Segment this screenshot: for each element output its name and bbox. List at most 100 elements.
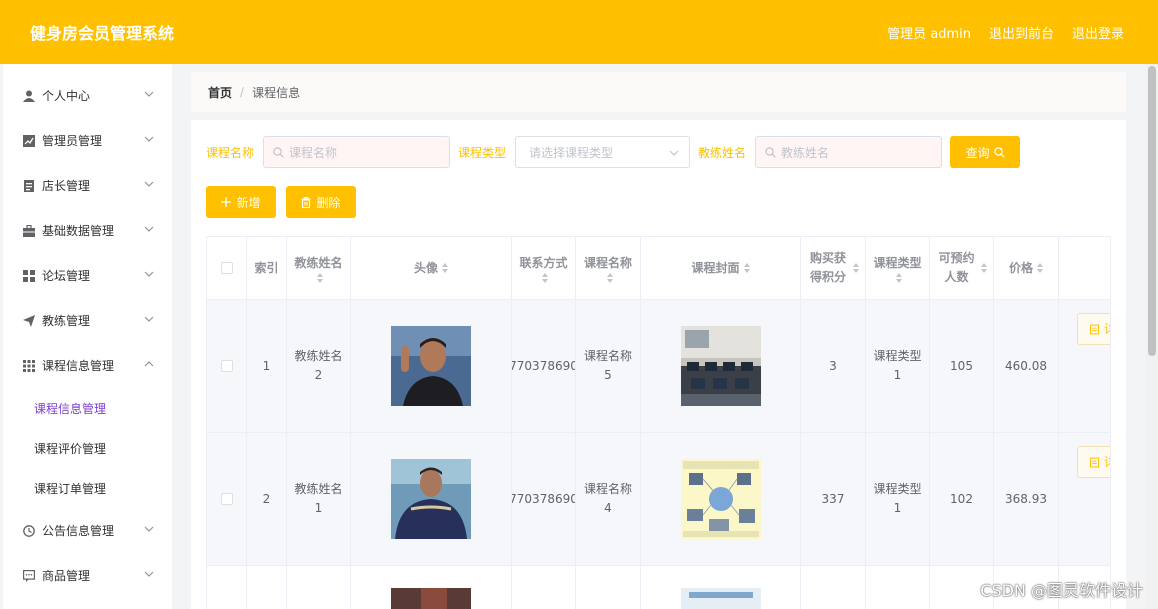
clock-icon [23,524,35,537]
row-select[interactable] [207,300,247,433]
row-checkbox[interactable] [220,493,233,505]
cell-capacity: 105 [930,300,994,433]
detail-button[interactable]: 详 [1077,446,1110,478]
sort-icon[interactable] [442,263,448,273]
coach-name-placeholder: 教练姓名 [781,145,830,160]
sidebar-item-announcement[interactable]: 公告信息管理 [3,508,172,553]
coach-avatar-image[interactable] [391,326,471,406]
header-avatar[interactable]: 头像 [351,237,512,300]
header-phone[interactable]: 联系方式 [512,237,576,300]
scrollbar-thumb[interactable] [1148,66,1156,356]
query-button[interactable]: 查询 [950,136,1021,168]
cell-actions: 详 [1059,300,1111,433]
coach-name-input[interactable]: 教练姓名 [755,136,943,168]
sidebar-item-label: 店长管理 [42,179,91,193]
top-header: 健身房会员管理系统 管理员 admin 退出到前台 退出登录 [0,0,1158,64]
row-checkbox[interactable] [220,360,233,372]
logout-link[interactable]: 退出登录 [1072,23,1124,42]
header-course-type[interactable]: 课程类型 [866,237,930,300]
header-course-cover[interactable]: 课程封面 [641,237,801,300]
sort-icon[interactable] [542,272,549,283]
chevron-down-icon [144,181,154,187]
sidebar-item-personal-center[interactable]: 个人中心 [3,73,172,118]
sidebar-item-label: 教练管理 [42,314,91,328]
table-row [207,566,1111,609]
course-cover-image[interactable] [680,326,761,406]
header-course-name[interactable]: 课程名称 [576,237,641,300]
cell-index: 1 [247,300,287,433]
coach-avatar-image[interactable] [391,588,471,609]
cell-price: 460.08 [994,300,1059,433]
course-type-select[interactable]: 请选择课程类型 [515,136,691,168]
sidebar-item-course-info[interactable]: 课程信息管理 [3,343,172,388]
search-icon [765,146,776,158]
row-select[interactable] [207,433,247,566]
coach-avatar-image[interactable] [391,459,471,539]
sidebar-item-label: 个人中心 [42,89,91,103]
sidebar-item-coach[interactable]: 教练管理 [3,298,172,343]
cell-avatar [351,300,512,433]
search-icon [273,146,284,158]
sort-icon[interactable] [853,263,859,273]
course-cover-image[interactable] [680,459,761,539]
sidebar-item-store-manager[interactable]: 店长管理 [3,163,172,208]
cell-phone: 17703786901 [512,433,576,566]
course-name-placeholder: 课程名称 [289,145,338,160]
cell-index: 2 [247,433,287,566]
chevron-down-icon [144,226,154,232]
cell-avatar [351,433,512,566]
header-index: 索引 [247,237,287,300]
breadcrumb-current: 课程信息 [252,85,301,100]
cell-coach-name: 教练姓名1 [287,433,351,566]
chevron-down-icon [144,271,154,277]
row-select[interactable] [207,566,247,609]
sort-icon[interactable] [1037,263,1043,273]
chevron-down-icon [144,316,154,322]
submenu-course-order-management[interactable]: 课程订单管理 [3,468,172,508]
submenu-course-info-management[interactable]: 课程信息管理 [3,388,172,428]
sort-icon[interactable] [606,272,613,283]
cell-points: 337 [801,433,866,566]
header-capacity[interactable]: 可预约人数 [930,237,994,300]
header-coach-name[interactable]: 教练姓名 [287,237,351,300]
sidebar-item-admin[interactable]: 管理员管理 [3,118,172,163]
detail-button[interactable]: 详 [1077,313,1110,345]
cell-avatar [351,566,512,609]
header-label: 价格 [1008,260,1033,275]
page-scrollbar[interactable] [1146,64,1158,609]
add-button[interactable]: 新增 [206,186,276,218]
course-name-input[interactable]: 课程名称 [263,136,451,168]
apps-icon [23,359,35,372]
sidebar-item-goods[interactable]: 商品管理 [3,553,172,598]
sidebar-item-forum[interactable]: 论坛管理 [3,253,172,298]
sort-icon[interactable] [743,263,750,273]
header-price[interactable]: 价格 [994,237,1059,300]
sort-icon[interactable] [317,272,324,283]
header-label: 课程封面 [691,260,740,275]
document-icon [1090,324,1099,334]
delete-button[interactable]: 删除 [286,186,356,218]
header-points[interactable]: 购买获得积分 [801,237,866,300]
cell-coach-name [287,566,351,609]
submenu-course-review-management[interactable]: 课程评价管理 [3,428,172,468]
detail-button-label: 详 [1104,453,1110,472]
sort-icon[interactable] [896,272,903,283]
briefcase-icon [23,224,35,237]
course-cover-image[interactable] [680,588,761,609]
select-all-checkbox[interactable] [220,262,233,274]
cell-coach-name: 教练姓名2 [287,300,351,433]
header-select-all[interactable] [207,237,247,300]
sidebar-item-basic-data[interactable]: 基础数据管理 [3,208,172,253]
delete-button-label: 删除 [316,195,341,210]
cell-course-name: 课程名称4 [576,433,641,566]
header-label: 可预约人数 [938,251,975,284]
cell-course-cover [641,566,801,609]
table-row: 2 教练姓名1 17703786901 课程名称4 [207,433,1111,566]
admin-label[interactable]: 管理员 admin [887,23,971,42]
breadcrumb-home[interactable]: 首页 [208,84,232,101]
sort-icon[interactable] [981,263,987,273]
cell-course-type: 课程类型1 [866,433,930,566]
chevron-down-icon [669,150,679,156]
watermark: CSDN @图灵软件设计 [980,581,1143,600]
frontend-link[interactable]: 退出到前台 [989,23,1054,42]
